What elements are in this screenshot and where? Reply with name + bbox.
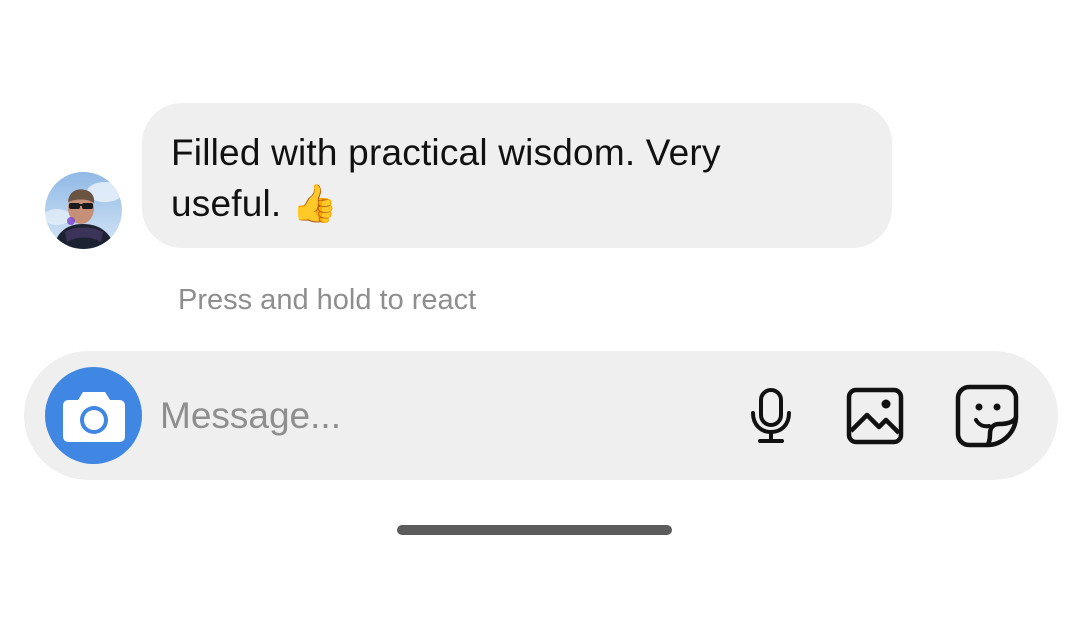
sticker-button[interactable]: [952, 381, 1022, 451]
message-input[interactable]: [160, 391, 700, 441]
sticker-icon: [955, 384, 1019, 448]
home-indicator[interactable]: [397, 525, 672, 535]
microphone-icon: [751, 388, 791, 443]
profile-photo: [45, 172, 122, 249]
message-composer: [24, 351, 1058, 480]
image-icon: [846, 387, 904, 445]
sender-avatar[interactable]: [45, 172, 122, 249]
camera-button[interactable]: [45, 367, 142, 464]
message-text: Filled with practical wisdom. Very usefu…: [171, 132, 721, 224]
message-bubble[interactable]: Filled with practical wisdom. Very usefu…: [142, 103, 892, 248]
gallery-button[interactable]: [842, 381, 908, 451]
camera-icon: [62, 391, 125, 442]
react-hint: Press and hold to react: [178, 284, 477, 316]
microphone-button[interactable]: [742, 381, 800, 451]
